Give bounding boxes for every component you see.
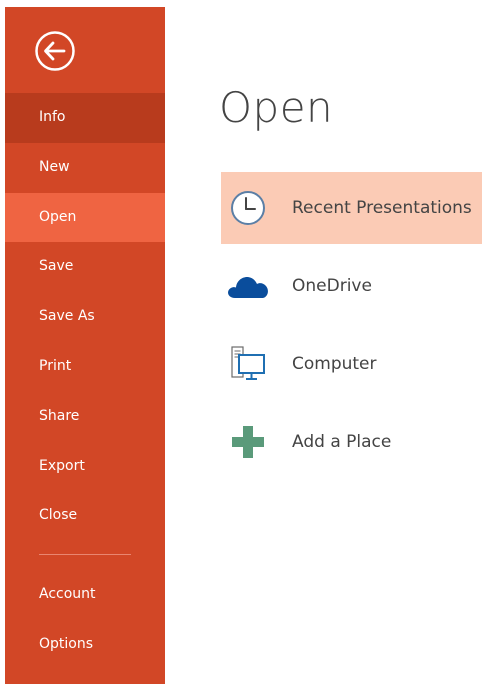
plus-icon bbox=[221, 406, 275, 478]
sidebar-nav: Info New Open Save Save As Print Share E… bbox=[5, 93, 165, 541]
place-add-a-place[interactable]: Add a Place bbox=[221, 406, 482, 478]
place-recent-presentations[interactable]: Recent Presentations bbox=[221, 172, 482, 244]
sidebar-divider bbox=[39, 554, 131, 555]
open-places-list: Recent Presentations OneDrive Computer A… bbox=[221, 172, 482, 484]
place-label: Computer bbox=[292, 354, 377, 374]
sidebar-item-save[interactable]: Save bbox=[5, 242, 165, 292]
sidebar-bottom-nav: Account Options bbox=[5, 570, 165, 670]
sidebar-item-new[interactable]: New bbox=[5, 143, 165, 193]
sidebar-item-info[interactable]: Info bbox=[5, 93, 165, 143]
place-label: Recent Presentations bbox=[292, 198, 472, 218]
sidebar-item-print[interactable]: Print bbox=[5, 342, 165, 392]
sidebar-item-open[interactable]: Open bbox=[5, 192, 165, 243]
place-computer[interactable]: Computer bbox=[221, 328, 482, 400]
sidebar-item-options[interactable]: Options bbox=[5, 620, 165, 670]
clock-icon bbox=[221, 172, 275, 244]
place-onedrive[interactable]: OneDrive bbox=[221, 250, 482, 322]
place-label: Add a Place bbox=[292, 432, 392, 452]
sidebar-item-export[interactable]: Export bbox=[5, 442, 165, 492]
back-arrow-icon bbox=[35, 31, 75, 71]
back-button[interactable] bbox=[34, 30, 76, 72]
sidebar-item-save-as[interactable]: Save As bbox=[5, 292, 165, 342]
cloud-icon bbox=[221, 250, 275, 322]
sidebar-item-close[interactable]: Close bbox=[5, 491, 165, 541]
backstage-sidebar: Info New Open Save Save As Print Share E… bbox=[5, 7, 165, 684]
sidebar-item-account[interactable]: Account bbox=[5, 570, 165, 620]
place-label: OneDrive bbox=[292, 276, 372, 296]
page-title: Open bbox=[219, 83, 334, 132]
sidebar-item-share[interactable]: Share bbox=[5, 392, 165, 442]
backstage-view: Info New Open Save Save As Print Share E… bbox=[0, 0, 482, 684]
computer-icon bbox=[221, 328, 275, 400]
